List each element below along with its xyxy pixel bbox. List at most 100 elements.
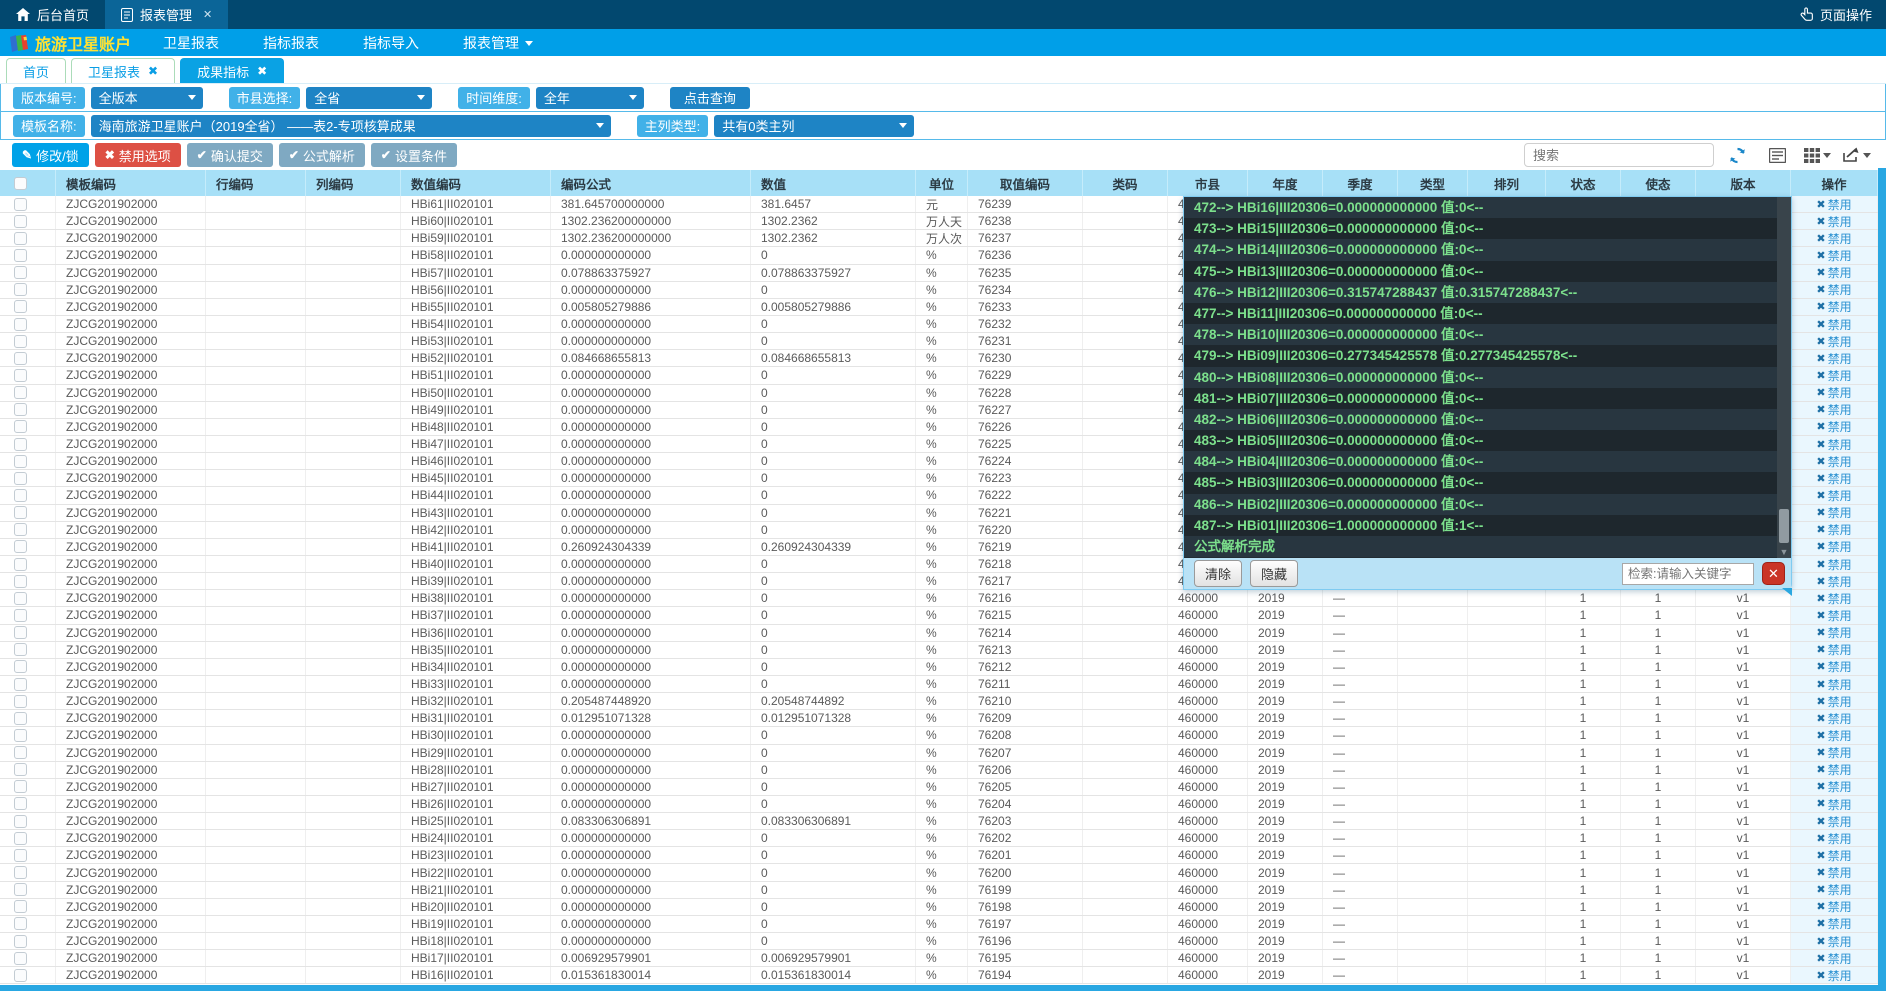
row-action-disable-link[interactable]: ✖禁用 (1791, 950, 1878, 966)
row-action-disable-link[interactable]: ✖禁用 (1791, 470, 1878, 486)
row-checkbox[interactable] (14, 420, 27, 433)
row-action-disable-link[interactable]: ✖禁用 (1791, 916, 1878, 932)
search-input[interactable] (1524, 143, 1714, 167)
column-header[interactable]: 列编码 (306, 170, 401, 196)
query-button[interactable]: 点击查询 (670, 87, 750, 109)
vertical-scrollbar[interactable] (1878, 168, 1886, 991)
close-icon[interactable]: ✖ (257, 64, 267, 78)
row-action-disable-link[interactable]: ✖禁用 (1791, 762, 1878, 778)
row-checkbox[interactable] (14, 643, 27, 656)
row-checkbox[interactable] (14, 866, 27, 879)
table-row[interactable]: ZJCG201902000HBi25|II0201010.08330630689… (0, 813, 1878, 830)
row-action-disable-link[interactable]: ✖禁用 (1791, 196, 1878, 212)
row-action-disable-link[interactable]: ✖禁用 (1791, 299, 1878, 315)
row-checkbox[interactable] (14, 352, 27, 365)
row-checkbox[interactable] (14, 592, 27, 605)
row-checkbox[interactable] (14, 952, 27, 965)
row-checkbox[interactable] (14, 506, 27, 519)
row-checkbox[interactable] (14, 695, 27, 708)
close-icon[interactable]: ✖ (148, 64, 158, 78)
console-hide-button[interactable]: 隐藏 (1250, 560, 1298, 587)
console-output[interactable]: 472--> HBi16|III20306=0.000000000000 值:0… (1184, 197, 1791, 558)
row-checkbox[interactable] (14, 763, 27, 776)
row-checkbox[interactable] (14, 489, 27, 502)
row-action-disable-link[interactable]: ✖禁用 (1791, 265, 1878, 281)
table-row[interactable]: ZJCG201902000HBi18|II0201010.00000000000… (0, 933, 1878, 950)
home-tab[interactable]: 后台首页 (0, 0, 105, 29)
row-checkbox[interactable] (14, 215, 27, 228)
row-action-disable-link[interactable]: ✖禁用 (1791, 676, 1878, 692)
column-header[interactable]: 类型 (1398, 170, 1468, 196)
row-action-disable-link[interactable]: ✖禁用 (1791, 625, 1878, 641)
column-header[interactable]: 使态 (1621, 170, 1696, 196)
row-action-disable-link[interactable]: ✖禁用 (1791, 333, 1878, 349)
row-checkbox[interactable] (14, 660, 27, 673)
tab-report-management[interactable]: 报表管理 ✕ (105, 0, 228, 29)
column-header[interactable]: 数值 (751, 170, 916, 196)
row-action-disable-link[interactable]: ✖禁用 (1791, 436, 1878, 452)
row-action-disable-link[interactable]: ✖禁用 (1791, 556, 1878, 572)
column-header[interactable]: 市县 (1168, 170, 1248, 196)
row-action-disable-link[interactable]: ✖禁用 (1791, 796, 1878, 812)
row-action-disable-link[interactable]: ✖禁用 (1791, 813, 1878, 829)
row-action-disable-link[interactable]: ✖禁用 (1791, 487, 1878, 503)
table-row[interactable]: ZJCG201902000HBi28|II0201010.00000000000… (0, 762, 1878, 779)
row-checkbox[interactable] (14, 318, 27, 331)
template-name-select[interactable]: 海南旅游卫星账户（2019全省） ——表2-专项核算成果 (91, 115, 611, 137)
column-header[interactable]: 状态 (1546, 170, 1621, 196)
tab-result-indicators[interactable]: 成果指标✖ (180, 58, 284, 83)
row-checkbox[interactable] (14, 369, 27, 382)
row-checkbox[interactable] (14, 300, 27, 313)
row-checkbox[interactable] (14, 438, 27, 451)
scroll-down-arrow-icon[interactable]: ▼ (1777, 547, 1791, 557)
export-button[interactable] (1840, 143, 1874, 167)
nav-item-indicator-reports[interactable]: 指标报表 (241, 33, 341, 53)
page-operations-button[interactable]: 页面操作 (1786, 0, 1886, 29)
nav-item-indicator-import[interactable]: 指标导入 (341, 33, 441, 53)
row-checkbox[interactable] (14, 797, 27, 810)
console-scrollbar-thumb[interactable] (1779, 509, 1789, 543)
column-header[interactable]: 模板编码 (56, 170, 206, 196)
version-select[interactable]: 全版本 (91, 87, 203, 109)
row-action-disable-link[interactable]: ✖禁用 (1791, 864, 1878, 880)
row-action-disable-link[interactable]: ✖禁用 (1791, 590, 1878, 606)
row-checkbox[interactable] (14, 849, 27, 862)
row-action-disable-link[interactable]: ✖禁用 (1791, 522, 1878, 538)
row-action-disable-link[interactable]: ✖禁用 (1791, 933, 1878, 949)
table-row[interactable]: ZJCG201902000HBi30|II0201010.00000000000… (0, 727, 1878, 744)
row-action-disable-link[interactable]: ✖禁用 (1791, 350, 1878, 366)
columns-button[interactable] (1800, 143, 1834, 167)
column-header[interactable]: 排列 (1468, 170, 1546, 196)
row-action-disable-link[interactable]: ✖禁用 (1791, 967, 1878, 983)
nav-item-report-management[interactable]: 报表管理 (441, 33, 555, 53)
row-checkbox[interactable] (14, 935, 27, 948)
nav-item-satellite-reports[interactable]: 卫星报表 (141, 33, 241, 53)
console-scrollbar[interactable]: ▼ (1777, 197, 1791, 558)
row-action-disable-link[interactable]: ✖禁用 (1791, 710, 1878, 726)
column-header[interactable]: 单位 (916, 170, 968, 196)
table-row[interactable]: ZJCG201902000HBi24|II0201010.00000000000… (0, 830, 1878, 847)
console-close-button[interactable]: ✕ (1762, 562, 1785, 585)
row-action-disable-link[interactable]: ✖禁用 (1791, 693, 1878, 709)
row-action-disable-link[interactable]: ✖禁用 (1791, 607, 1878, 623)
row-checkbox[interactable] (14, 609, 27, 622)
row-checkbox[interactable] (14, 249, 27, 262)
table-row[interactable]: ZJCG201902000HBi31|II0201010.01295107132… (0, 710, 1878, 727)
table-row[interactable]: ZJCG201902000HBi37|II0201010.00000000000… (0, 607, 1878, 624)
row-action-disable-link[interactable]: ✖禁用 (1791, 419, 1878, 435)
table-row[interactable]: ZJCG201902000HBi27|II0201010.00000000000… (0, 779, 1878, 796)
row-action-disable-link[interactable]: ✖禁用 (1791, 539, 1878, 555)
app-brand[interactable]: 旅游卫星账户 (0, 31, 141, 55)
row-checkbox[interactable] (14, 832, 27, 845)
row-checkbox[interactable] (14, 472, 27, 485)
row-action-disable-link[interactable]: ✖禁用 (1791, 745, 1878, 761)
row-checkbox[interactable] (14, 523, 27, 536)
table-row[interactable]: ZJCG201902000HBi16|II0201010.01536183001… (0, 967, 1878, 984)
tab-satellite-report[interactable]: 卫星报表✖ (71, 58, 175, 83)
row-action-disable-link[interactable]: ✖禁用 (1791, 453, 1878, 469)
row-checkbox[interactable] (14, 883, 27, 896)
row-checkbox[interactable] (14, 917, 27, 930)
column-header[interactable]: 版本 (1696, 170, 1791, 196)
main-column-type-select[interactable]: 共有0类主列 (714, 115, 914, 137)
column-header[interactable]: 类码 (1083, 170, 1168, 196)
